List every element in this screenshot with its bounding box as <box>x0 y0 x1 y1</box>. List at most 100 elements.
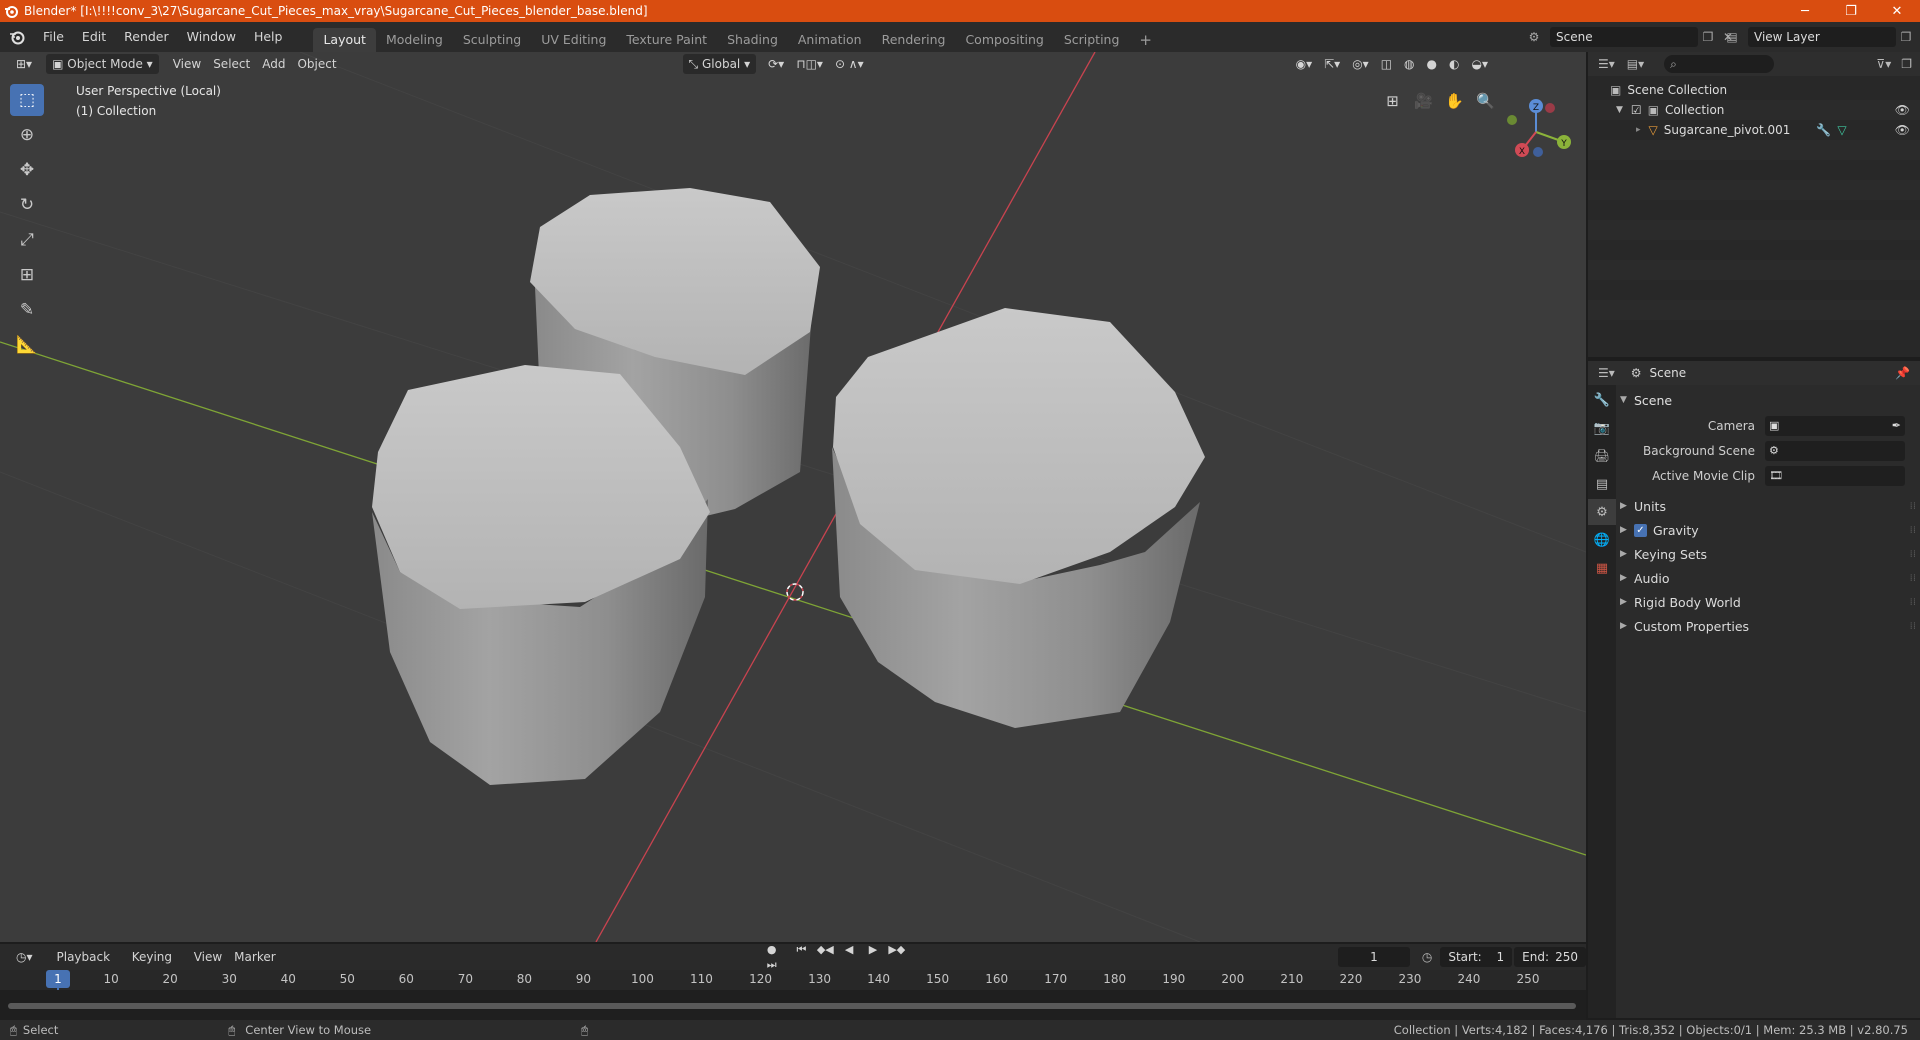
material-shading-icon[interactable]: ◐ <box>1443 54 1465 74</box>
sugarcane-piece-left[interactable] <box>372 365 710 785</box>
rendered-shading-icon[interactable]: ◒▾ <box>1466 54 1495 74</box>
timeline-menu-view[interactable]: View <box>188 947 228 967</box>
viewport-menu-view[interactable]: View <box>167 54 207 74</box>
current-frame-field[interactable]: 1 <box>1338 947 1410 967</box>
preview-range-icon[interactable]: ◷ <box>1422 950 1432 964</box>
visibility-icon[interactable]: ◉▾ <box>1290 54 1319 74</box>
mode-dropdown[interactable]: ▣ Object Mode ▾ <box>46 54 159 74</box>
jump-start-icon[interactable]: ⏮ <box>791 943 811 957</box>
camera-field[interactable]: ▣ ✒ <box>1765 415 1905 436</box>
proportional-edit-icon[interactable]: ⊙ ∧▾ <box>829 54 870 74</box>
modifier-wrench-icon[interactable]: 🔧 <box>1816 123 1831 137</box>
menu-render[interactable]: Render <box>115 26 178 48</box>
filter-icon[interactable]: ⊽▾ <box>1876 57 1891 71</box>
tool-tab-icon[interactable]: 🔧 <box>1588 387 1616 413</box>
annotate-tool-icon[interactable]: ✎ <box>10 294 44 326</box>
world-tab-icon[interactable]: 🌐 <box>1588 527 1616 553</box>
new-collection-icon[interactable]: ❐ <box>1901 57 1912 71</box>
pivot-point-icon[interactable]: ⟳▾ <box>762 54 790 74</box>
tab-compositing[interactable]: Compositing <box>955 28 1053 52</box>
display-mode-icon[interactable]: ▤▾ <box>1627 57 1644 71</box>
xray-toggle-icon[interactable]: ◫ <box>1375 54 1398 74</box>
expand-arrow-icon[interactable]: ▸ <box>1636 125 1641 135</box>
cursor-tool-icon[interactable]: ⊕ <box>10 119 44 151</box>
custom-properties-panel-header[interactable]: ▶ Custom Properties ⁞⁞ <box>1620 614 1916 638</box>
tab-sculpting[interactable]: Sculpting <box>453 28 531 52</box>
tab-animation[interactable]: Animation <box>788 28 872 52</box>
units-panel-header[interactable]: ▶ Units ⁞⁞ <box>1620 494 1916 518</box>
timeline-menu-keying[interactable]: Keying ▾ <box>126 947 188 984</box>
drag-handle-icon[interactable]: ⁞⁞ <box>1910 597 1916 608</box>
measure-tool-icon[interactable]: 📐 <box>10 329 44 361</box>
transform-tool-icon[interactable]: ⊞ <box>10 259 44 291</box>
pan-hand-icon[interactable]: ✋ <box>1442 88 1467 113</box>
tab-uv-editing[interactable]: UV Editing <box>531 28 616 52</box>
tab-layout[interactable]: Layout <box>313 28 376 52</box>
background-scene-field[interactable]: ⚙ <box>1765 440 1905 461</box>
minimize-button[interactable]: ─ <box>1782 0 1828 22</box>
audio-panel-header[interactable]: ▶ Audio ⁞⁞ <box>1620 566 1916 590</box>
drag-handle-icon[interactable]: ⁞⁞ <box>1910 525 1916 536</box>
timeline-ruler[interactable]: 1 10 20 30 40 50 60 70 80 90 100 110 120 130 140 150 160… <box>0 970 1586 1020</box>
scene-name-field[interactable]: Scene <box>1550 27 1698 47</box>
outliner-row-collection[interactable]: ▼ ☑ ▣ Collection 👁 <box>1588 100 1920 120</box>
axis-navigation-gizmo[interactable]: Z Y X <box>1498 92 1578 172</box>
tab-texture-paint[interactable]: Texture Paint <box>616 28 717 52</box>
outliner-row-sugarcane[interactable]: ▸ ▽ Sugarcane_pivot.001 🔧 ▽ 👁 <box>1588 120 1920 140</box>
end-frame-field[interactable]: End: 250 <box>1514 947 1586 967</box>
new-scene-icon[interactable]: ❐ <box>1698 27 1718 47</box>
toggle-grid-view-icon[interactable]: ⊞ <box>1380 88 1405 113</box>
scale-tool-icon[interactable]: ⤢ <box>10 224 44 256</box>
tab-modeling[interactable]: Modeling <box>376 28 453 52</box>
menu-window[interactable]: Window <box>178 26 245 48</box>
properties-editor-icon[interactable]: ☰▾ <box>1598 366 1615 380</box>
rotate-tool-icon[interactable]: ↻ <box>10 189 44 221</box>
outliner-row-scene-collection[interactable]: ▣ Scene Collection <box>1588 80 1920 100</box>
view-layer-tab-icon[interactable]: ▤ <box>1588 471 1616 497</box>
menu-help[interactable]: Help <box>245 26 292 48</box>
active-movie-clip-field[interactable]: 🎞 <box>1765 465 1905 486</box>
blender-menu-icon[interactable] <box>0 29 34 45</box>
record-icon[interactable]: ● <box>762 943 782 956</box>
new-view-layer-icon[interactable]: ❐ <box>1896 27 1916 47</box>
view-layer-name-field[interactable]: View Layer <box>1748 27 1896 47</box>
select-box-tool-icon[interactable]: ⬚ <box>10 84 44 116</box>
scene-tab-icon[interactable]: ⚙ <box>1588 499 1616 525</box>
outliner-search-input[interactable]: ⌕ <box>1664 55 1775 73</box>
transform-orientation-dropdown[interactable]: ⤡ Global ▾ <box>682 54 757 74</box>
add-workspace-button[interactable]: + <box>1129 28 1162 52</box>
next-keyframe-icon[interactable]: ▶◆ <box>887 943 907 956</box>
overlay-toggle-icon[interactable]: ◎▾ <box>1346 54 1375 74</box>
expand-arrow-icon[interactable]: ▼ <box>1616 105 1623 115</box>
start-frame-field[interactable]: Start: 1 <box>1440 947 1513 967</box>
timeline-scrollbar[interactable] <box>8 1003 1576 1009</box>
drag-handle-icon[interactable]: ⁞⁞ <box>1910 501 1916 512</box>
outliner-editor-icon[interactable]: ☰▾ <box>1598 57 1615 71</box>
3d-viewport[interactable]: ⊞▾ ▣ Object Mode ▾ View Select Add Objec… <box>0 52 1586 942</box>
output-tab-icon[interactable]: 🖨 <box>1588 443 1616 469</box>
keying-sets-panel-header[interactable]: ▶ Keying Sets ⁞⁞ <box>1620 542 1916 566</box>
mesh-data-icon[interactable]: ▽ <box>1837 123 1846 137</box>
maximize-button[interactable]: ❐ <box>1828 0 1874 22</box>
viewport-menu-select[interactable]: Select <box>207 54 256 74</box>
drag-handle-icon[interactable]: ⁞⁞ <box>1910 549 1916 560</box>
menu-file[interactable]: File <box>34 26 73 48</box>
wireframe-shading-icon[interactable]: ◍ <box>1398 54 1420 74</box>
pin-icon[interactable]: 📌 <box>1895 366 1910 380</box>
prev-keyframe-icon[interactable]: ◆◀ <box>815 943 835 956</box>
checkbox-icon[interactable]: ☑ <box>1631 103 1642 117</box>
move-tool-icon[interactable]: ✥ <box>10 154 44 186</box>
texture-tab-icon[interactable]: ▦ <box>1588 555 1616 581</box>
drag-handle-icon[interactable]: ⁞⁞ <box>1910 621 1916 632</box>
solid-shading-icon[interactable]: ● <box>1421 54 1443 74</box>
eye-icon[interactable]: 👁 <box>1895 103 1910 117</box>
editor-type-icon[interactable]: ⊞▾ <box>10 54 38 74</box>
gravity-panel-header[interactable]: ▶ ✓ Gravity ⁞⁞ <box>1620 518 1916 542</box>
current-frame-indicator[interactable]: 1 <box>46 970 70 988</box>
scene-selector[interactable]: ⚙ Scene ❐ ✕ <box>1524 26 1738 48</box>
eye-icon[interactable]: 👁 <box>1895 123 1910 137</box>
viewport-menu-add[interactable]: Add <box>256 54 291 74</box>
eyedropper-icon[interactable]: ✒ <box>1892 419 1901 432</box>
viewport-menu-object[interactable]: Object <box>291 54 342 74</box>
scene-panel-header[interactable]: ▼ Scene <box>1620 389 1916 411</box>
